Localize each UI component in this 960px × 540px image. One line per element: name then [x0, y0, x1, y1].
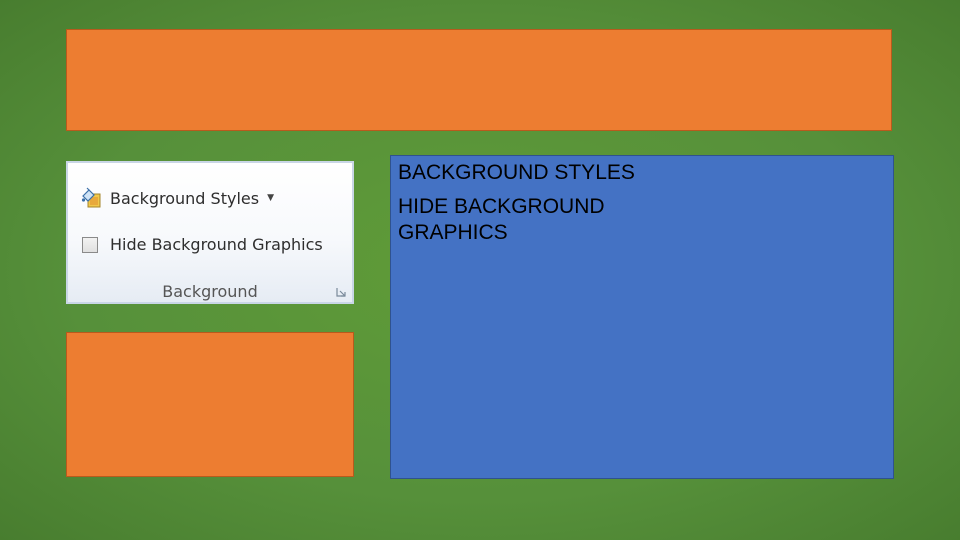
background-ribbon-group: Background Styles ▼ Hide Background Grap… [66, 161, 354, 304]
bullet-hide-background-graphics: HIDE BACKGROUND GRAPHICS [398, 195, 605, 244]
background-styles-label: Background Styles [110, 188, 260, 208]
dialog-launcher-icon[interactable] [336, 287, 346, 297]
background-styles-button[interactable]: Background Styles ▼ [80, 187, 274, 209]
dropdown-arrow-icon: ▼ [267, 193, 274, 203]
hide-background-graphics-option[interactable]: Hide Background Graphics [80, 235, 323, 254]
hide-background-graphics-checkbox[interactable] [82, 236, 98, 253]
bullet-background-styles: BACKGROUND STYLES [398, 161, 635, 184]
content-placeholder[interactable]: BACKGROUND STYLES HIDE BACKGROUND GRAPHI… [390, 155, 894, 479]
hide-background-graphics-label: Hide Background Graphics [110, 235, 323, 254]
slide: { "ribbon": { "styles_label": "Backgroun… [0, 0, 960, 540]
title-placeholder[interactable] [66, 29, 892, 131]
group-label: Background [162, 282, 258, 301]
image-placeholder[interactable] [66, 332, 354, 477]
paint-bucket-icon [81, 187, 101, 208]
